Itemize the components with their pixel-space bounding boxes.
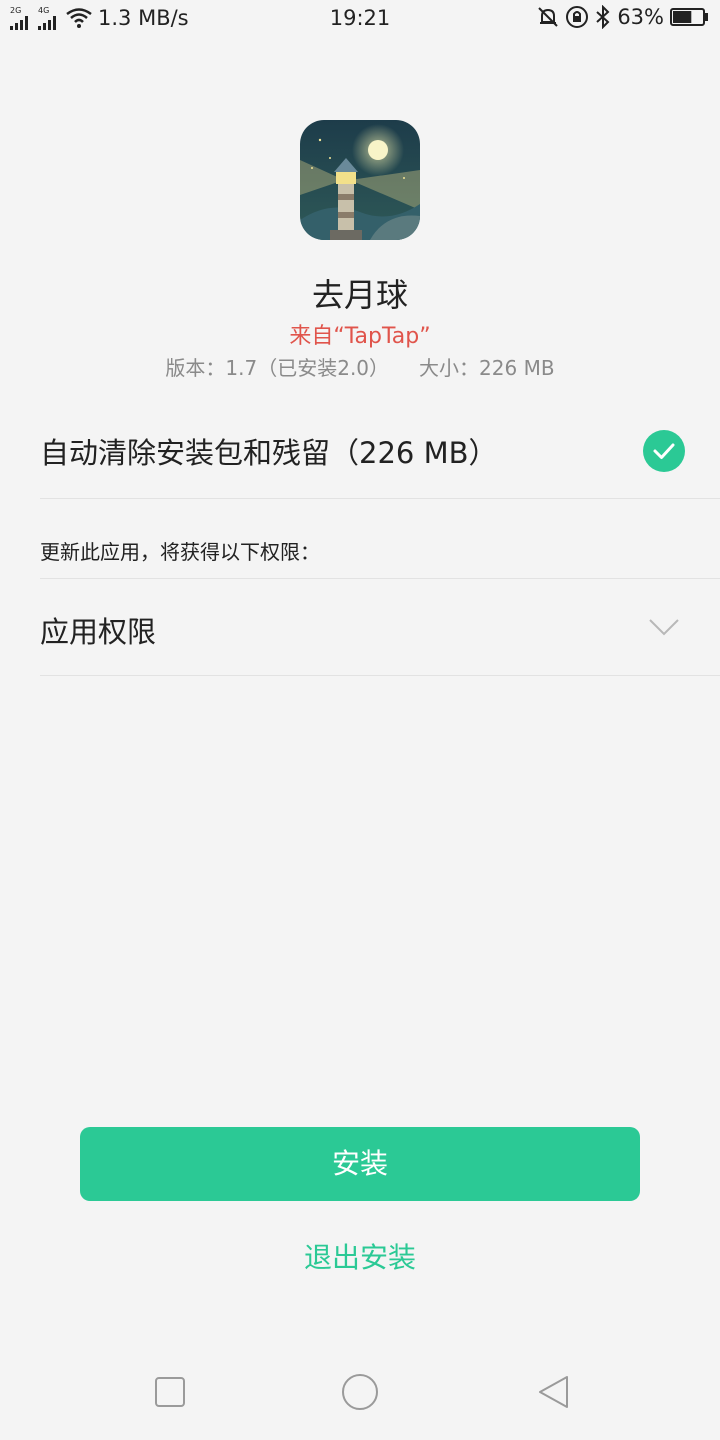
bell-muted-icon bbox=[538, 7, 559, 27]
check-icon[interactable] bbox=[643, 430, 685, 472]
navigation-bar bbox=[0, 1360, 720, 1424]
auto-clean-option[interactable]: 自动清除安装包和残留（226 MB） bbox=[40, 400, 720, 499]
battery-percent: 63% bbox=[617, 5, 664, 29]
battery-icon bbox=[670, 8, 708, 26]
app-permissions-row[interactable]: 应用权限 bbox=[40, 579, 720, 676]
app-size: 大小：226 MB bbox=[419, 356, 555, 380]
auto-clean-label: 自动清除安装包和残留（226 MB） bbox=[40, 436, 498, 470]
square-icon[interactable] bbox=[150, 1372, 190, 1412]
status-right: 63% bbox=[537, 5, 710, 29]
chevron-down-icon bbox=[649, 619, 679, 636]
permission-note: 更新此应用，将获得以下权限： bbox=[40, 540, 320, 564]
app-name: 去月球 bbox=[311, 276, 408, 314]
bluetooth-icon bbox=[596, 5, 610, 29]
lighthouse-app-icon bbox=[300, 120, 420, 240]
app-version: 版本：1.7（已安装2.0） bbox=[165, 356, 390, 380]
app-meta: 版本：1.7（已安装2.0） 大小：226 MB bbox=[0, 352, 720, 381]
app-source: 来自“TapTap” bbox=[289, 324, 431, 349]
app-permissions-label: 应用权限 bbox=[40, 615, 157, 649]
status-bar: 2G 4G 1.3 MB/s 19:21 63% bbox=[0, 0, 720, 38]
install-button[interactable]: 安装 bbox=[80, 1127, 640, 1201]
triangle-back-icon[interactable] bbox=[532, 1370, 576, 1414]
rotation-lock-icon bbox=[566, 6, 589, 28]
circle-icon[interactable] bbox=[338, 1370, 382, 1414]
exit-install-button[interactable]: 退出安装 bbox=[0, 1236, 720, 1276]
